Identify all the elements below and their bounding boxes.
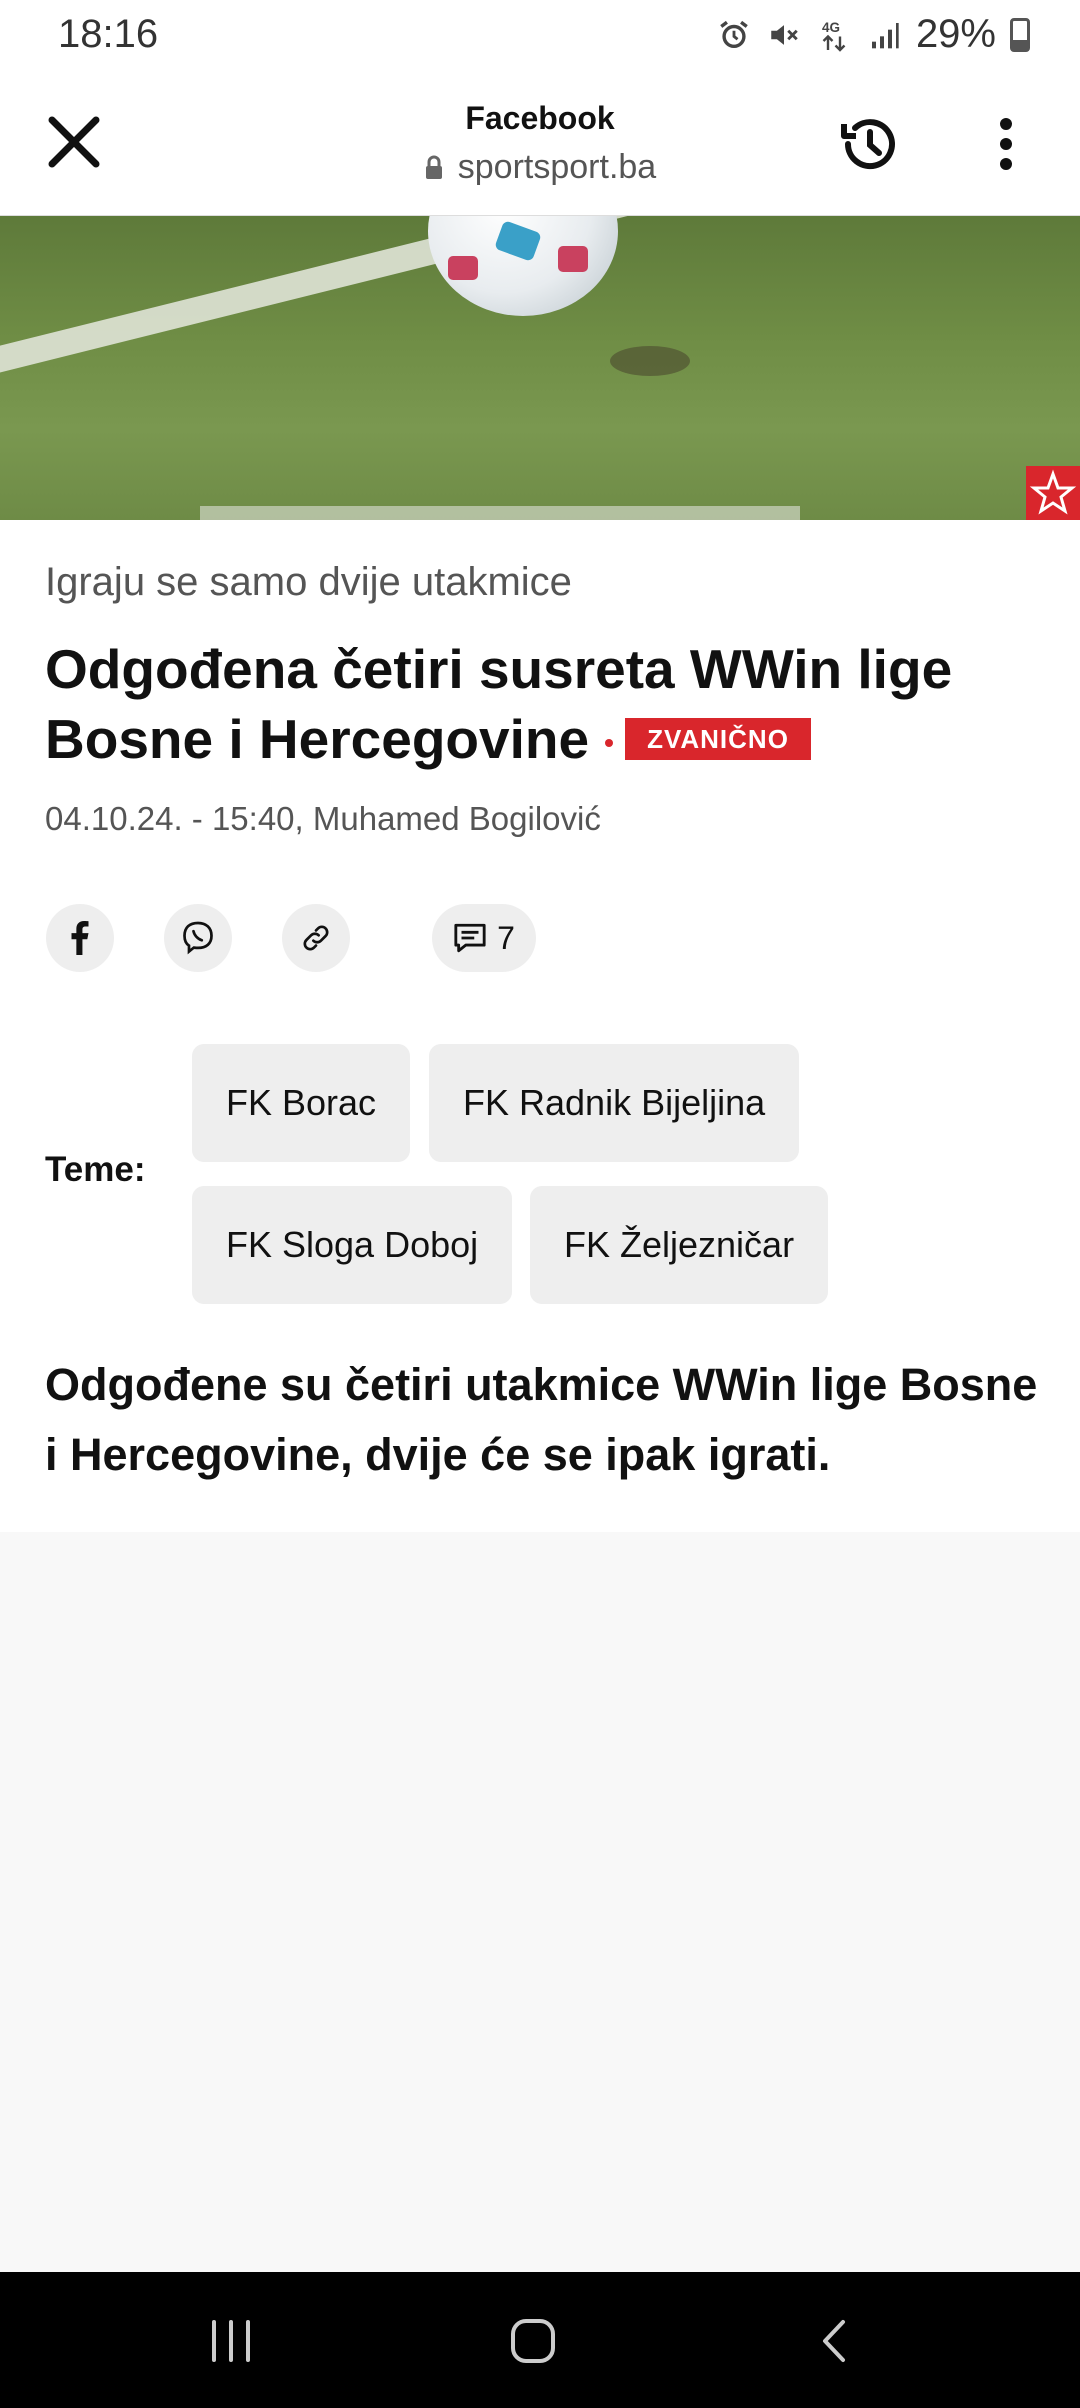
signal-icon (866, 15, 902, 55)
facebook-icon (71, 921, 89, 955)
share-facebook-button[interactable] (46, 904, 114, 972)
viber-icon (183, 921, 213, 955)
more-options-button[interactable] (978, 108, 1034, 180)
back-button[interactable] (800, 2306, 870, 2376)
svg-text:4G: 4G (822, 20, 840, 35)
football (428, 216, 618, 316)
topics-label: Teme: (45, 1150, 146, 1189)
topic-tag[interactable]: FK Borac (192, 1044, 411, 1162)
browser-toolbar: Facebook sportsport.ba (0, 72, 1080, 216)
copy-link-button[interactable] (282, 904, 350, 972)
battery-text: 29% (915, 12, 996, 56)
history-icon (841, 119, 895, 170)
separator-dot (605, 739, 614, 748)
alarm-icon (716, 15, 752, 55)
article: Igraju se samo dvije utakmice Odgođena č… (0, 520, 1080, 1532)
article-kicker: Igraju se samo dvije utakmice (45, 560, 572, 604)
article-meta: 04.10.24. - 15:40, Muhamed Bogilović (45, 800, 601, 837)
headline-line2: Bosne i Hercegovine (45, 708, 590, 770)
more-vert-icon (1000, 118, 1012, 170)
home-icon (511, 2319, 555, 2363)
recents-button[interactable] (196, 2306, 266, 2376)
close-icon (48, 116, 100, 168)
close-button[interactable] (42, 110, 106, 174)
topic-tag[interactable]: FK Radnik Bijeljina (429, 1044, 800, 1162)
topic-tag[interactable]: FK Sloga Doboj (192, 1186, 513, 1304)
battery-icon (1010, 17, 1030, 52)
comments-button[interactable]: 7 (432, 904, 536, 972)
status-bar: 18:16 4G 29% (0, 0, 1080, 72)
back-icon (823, 2320, 845, 2362)
status-time: 18:16 (58, 12, 159, 56)
recents-icon (212, 2320, 250, 2362)
4g-icon: 4G (816, 15, 852, 55)
sportsport-logo-icon (1026, 466, 1080, 520)
page-source-title: Facebook (465, 100, 615, 136)
comment-icon (454, 923, 486, 953)
headline-line1: Odgođena četiri susreta WWin lige (45, 638, 953, 700)
pitch-patch (610, 346, 690, 376)
share-viber-button[interactable] (164, 904, 232, 972)
lock-icon (425, 155, 442, 179)
mute-icon (766, 15, 802, 55)
topic-tag[interactable]: FK Željezničar (530, 1186, 829, 1304)
system-navigation-bar (0, 2272, 1080, 2408)
link-icon (303, 925, 329, 951)
url-text: sportsport.ba (457, 148, 657, 186)
comment-count: 7 (497, 919, 515, 956)
article-headline: Odgođena četiri susreta WWin lige Bosne … (45, 634, 1045, 774)
home-button[interactable] (498, 2306, 568, 2376)
history-button[interactable] (834, 108, 906, 180)
url-display[interactable]: sportsport.ba (340, 148, 740, 187)
official-badge: ZVANIČNO (625, 718, 811, 761)
status-icons: 4G 29% (716, 12, 1030, 57)
pitch-line-bottom (200, 506, 800, 520)
article-lead: Odgođene su četiri utakmice WWin lige Bo… (45, 1359, 1038, 1480)
article-hero-image (0, 216, 1080, 520)
